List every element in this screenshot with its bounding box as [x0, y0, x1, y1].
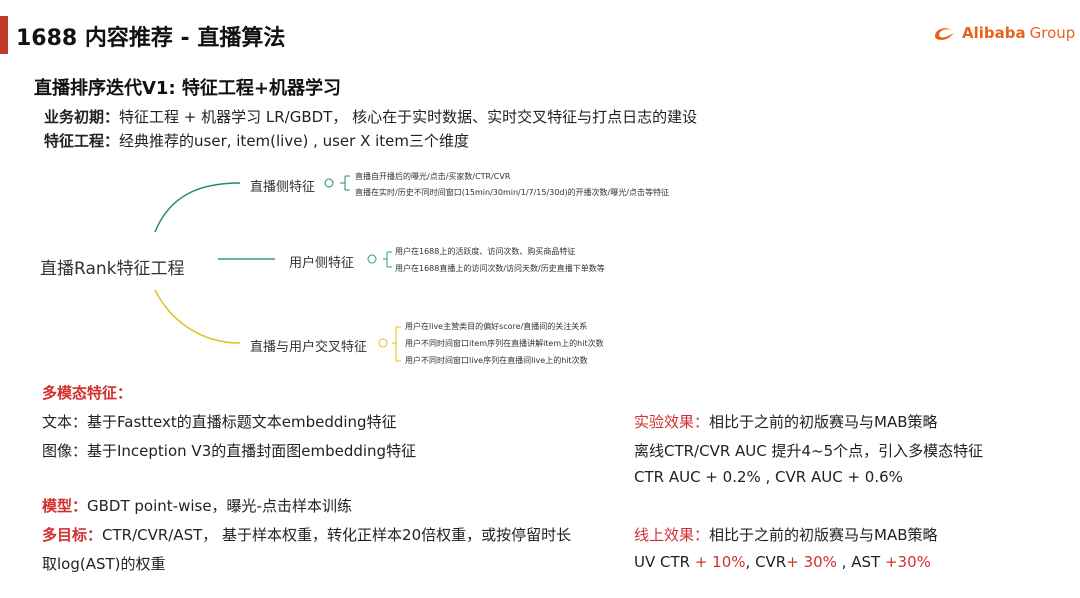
branch-3-brace	[378, 326, 401, 362]
multi-target-line-2: 取log(AST)的权重	[42, 555, 166, 573]
branch-1-leaf-2: 直播在实时/历史不同时间窗口(15min/30min/1/7/15/30d)的开…	[355, 188, 669, 197]
online-line-1: 线上效果：相比于之前的初版赛马与MAB策略	[634, 524, 938, 545]
branch-3-leaf-3: 用户不同时间窗口live序列在直播间live上的hit次数	[405, 356, 588, 365]
branch-2-brace	[367, 251, 392, 268]
uv-ctr-label: UV CTR	[634, 553, 691, 571]
branch-2-leaf-2: 用户在1688直播上的访问次数/访问天数/历史直播下单数等	[395, 264, 605, 273]
multimodal-image-line: 图像：基于Inception V3的直播封面图embedding特征	[42, 442, 417, 460]
model-text: GBDT point-wise，曝光-点击样本训练	[87, 497, 352, 515]
experiment-label: 实验效果：	[634, 413, 710, 431]
branch-2-label: 用户侧特征	[289, 256, 355, 271]
experiment-line-1: 实验效果：相比于之前的初版赛马与MAB策略	[634, 411, 938, 432]
multimodal-title: 多模态特征：	[42, 384, 133, 402]
multimodal-text-line: 文本：基于Fasttext的直播标题文本embedding特征	[42, 413, 397, 431]
branch-3-label: 直播与用户交叉特征	[250, 340, 368, 355]
online-line-2: UV CTR + 10%, CVR+ 30% , AST +30%	[634, 553, 931, 571]
multi-target-line-1: 多目标：CTR/CVR/AST， 基于样本权重，转化正样本20倍权重，或按停留时…	[42, 524, 571, 545]
online-label: 线上效果：	[634, 526, 710, 544]
branch-1-leaf-1: 直播自开播后的曝光/点击/买家数/CTR/CVR	[355, 172, 511, 181]
experiment-line-2: 离线CTR/CVR AUC 提升4~5个点，引入多模态特征	[634, 442, 984, 460]
branch-3-leaf-2: 用户不同时间窗口item序列在直播讲解item上的hit次数	[405, 339, 604, 348]
model-line: 模型：GBDT point-wise，曝光-点击样本训练	[42, 495, 352, 516]
branch-1-brace	[324, 175, 350, 191]
branch-1-label: 直播侧特征	[250, 180, 316, 195]
ast-label: , AST	[836, 553, 885, 571]
multi-target-text-1: CTR/CVR/AST， 基于样本权重，转化正样本20倍权重，或按停留时长	[102, 526, 572, 544]
uv-ctr-value: + 10%	[690, 553, 746, 571]
branch-2-leaf-1: 用户在1688上的活跃度、访问次数、购买商品特征	[395, 247, 576, 256]
multi-target-label: 多目标：	[42, 526, 103, 544]
online-text: 相比于之前的初版赛马与MAB策略	[709, 526, 938, 544]
cvr-value: + 30%	[786, 553, 837, 571]
cvr-label: , CVR	[745, 553, 787, 571]
branch-3-connector	[154, 289, 241, 344]
branch-1-connector	[154, 182, 241, 233]
ast-value: +30%	[884, 553, 931, 571]
experiment-line-3: CTR AUC + 0.2% , CVR AUC + 0.6%	[634, 468, 903, 486]
experiment-text: 相比于之前的初版赛马与MAB策略	[709, 413, 938, 431]
mindmap-center-node: 直播Rank特征工程	[40, 259, 185, 279]
branch-3-leaf-1: 用户在live主营类目的偏好score/直播间的关注关系	[405, 322, 588, 331]
model-label: 模型：	[42, 497, 88, 515]
